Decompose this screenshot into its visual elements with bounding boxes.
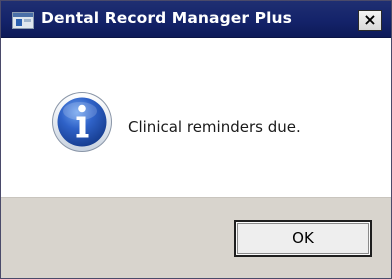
title-bar[interactable]: Dental Record Manager Plus × [1,1,391,38]
window-title: Dental Record Manager Plus [41,9,292,27]
message-dialog: Dental Record Manager Plus × Clinical re… [0,0,392,279]
dialog-body: Clinical reminders due. [1,38,391,197]
close-button[interactable]: × [358,10,382,31]
app-window-icon [12,12,34,29]
message-text: Clinical reminders due. [128,118,301,136]
button-bar: OK [1,197,391,278]
info-icon [52,92,112,152]
ok-button[interactable]: OK [234,220,372,257]
